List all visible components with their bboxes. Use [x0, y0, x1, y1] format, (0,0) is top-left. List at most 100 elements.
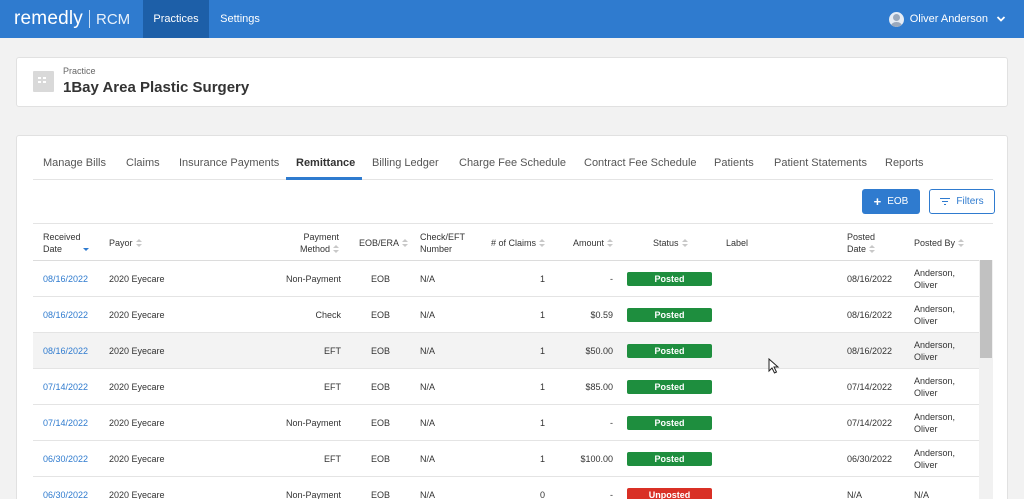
col-header-posted-date[interactable]: Posted Date [847, 231, 875, 255]
received-date-link[interactable]: 08/16/2022 [43, 261, 88, 297]
col-header-amount[interactable]: Amount [573, 237, 614, 249]
posted-by-cell: Anderson, Oliver [914, 333, 955, 369]
received-date-link[interactable]: 07/14/2022 [43, 369, 88, 405]
posted-date-cell: 08/16/2022 [847, 274, 893, 284]
sort-icon[interactable] [402, 239, 409, 248]
status-cell: Posted [627, 261, 712, 297]
payment-method-cell: Non-Payment [285, 274, 341, 284]
col-header-num-claims[interactable]: # of Claims [491, 237, 546, 249]
eob-era-cell: EOB [371, 382, 391, 392]
mouse-cursor-icon [768, 358, 780, 374]
check-eft-cell: N/A [420, 346, 436, 356]
num-claims-cell: 1 [539, 418, 545, 428]
chevron-down-icon [996, 16, 1006, 22]
status-badge: Posted [627, 344, 712, 358]
filters-label: Filters [956, 196, 984, 207]
table-row[interactable]: 07/14/2022 2020 Eyecare Non-Payment EOB N/A 1… [33, 405, 993, 441]
status-badge: Posted [627, 272, 712, 286]
eob-era-cell: EOB [371, 310, 391, 320]
payment-method-cell: Check [315, 310, 341, 320]
status-cell: Posted [627, 441, 712, 477]
col-header-posted-by[interactable]: Posted By [914, 237, 965, 249]
tab-contract-fee-schedule[interactable]: Contract Fee Schedule [584, 157, 697, 169]
sort-icon[interactable] [869, 245, 876, 254]
table-header-row: Received Date Payor Payment Method EOB/E… [33, 223, 993, 261]
posted-by-line: Anderson, [914, 268, 956, 278]
sort-icon[interactable] [135, 239, 142, 248]
received-date-link[interactable]: 07/14/2022 [43, 405, 88, 441]
col-header-received-date[interactable]: Received Date [43, 231, 90, 255]
sort-icon[interactable] [607, 239, 614, 248]
col-header-payor[interactable]: Payor [109, 237, 142, 249]
received-date-link[interactable]: 06/30/2022 [43, 441, 88, 477]
eob-era-cell: EOB [371, 490, 391, 499]
add-eob-button[interactable]: + EOB [862, 189, 920, 214]
table-row[interactable]: 08/16/2022 2020 Eyecare Non-Payment EOB N/A 1… [33, 261, 993, 297]
payment-method-cell: EFT [324, 346, 341, 356]
posted-by-line: Oliver [914, 460, 938, 470]
table-row[interactable]: 06/30/2022 2020 Eyecare EFT EOB N/A 1 $100.00 0… [33, 441, 993, 477]
filter-icon [940, 197, 951, 206]
col-header-status[interactable]: Status [653, 237, 688, 249]
filters-button[interactable]: Filters [929, 189, 995, 214]
table-row[interactable]: 07/14/2022 2020 Eyecare EFT EOB N/A 1 $85.00 07… [33, 369, 993, 405]
add-eob-label: EOB [887, 196, 909, 207]
payor-cell: 2020 Eyecare [109, 418, 165, 428]
tab-patient-statements[interactable]: Patient Statements [774, 157, 867, 169]
tab-insurance-payments[interactable]: Insurance Payments [179, 157, 279, 169]
sort-icon[interactable] [958, 239, 965, 248]
tab-patients[interactable]: Patients [714, 157, 754, 169]
table-row[interactable]: 08/16/2022 2020 Eyecare EFT EOB N/A 1 $50.00 08… [33, 333, 993, 369]
nav-tab-practices[interactable]: Practices [143, 0, 209, 38]
received-date-link[interactable]: 08/16/2022 [43, 297, 88, 333]
num-claims-cell: 1 [539, 310, 545, 320]
table-scrollbar-thumb[interactable] [980, 260, 992, 358]
posted-date-cell: 07/14/2022 [847, 418, 893, 428]
posted-by-cell: Anderson, Oliver [914, 261, 955, 297]
tab-billing-ledger[interactable]: Billing Ledger [372, 157, 439, 169]
posted-date-cell: 06/30/2022 [847, 454, 893, 464]
top-nav-bar: remedly RCM Practices Settings Oliver An… [0, 0, 1024, 38]
received-date-link[interactable]: 06/30/2022 [43, 477, 88, 499]
col-header-check-eft-number: Check/EFT Number [420, 232, 466, 254]
amount-cell: $100.00 [580, 454, 613, 464]
sort-icon[interactable] [539, 239, 546, 248]
payor-cell: 2020 Eyecare [109, 310, 165, 320]
sort-icon[interactable] [83, 245, 90, 254]
sort-icon[interactable] [681, 239, 688, 248]
remittance-table: Received Date Payor Payment Method EOB/E… [33, 223, 993, 499]
logo-suffix: RCM [95, 10, 131, 28]
col-header-payment-method[interactable]: Payment Method [291, 231, 339, 255]
payment-method-cell: EFT [324, 454, 341, 464]
col-header-eob-era[interactable]: EOB/ERA [359, 237, 409, 249]
payor-cell: 2020 Eyecare [109, 382, 165, 392]
tab-manage-bills[interactable]: Manage Bills [43, 157, 106, 169]
nav-tab-settings[interactable]: Settings [210, 0, 270, 38]
user-menu[interactable]: Oliver Anderson [888, 9, 1006, 29]
posted-by-cell: Anderson, Oliver [914, 297, 955, 333]
table-row[interactable]: 06/30/2022 2020 Eyecare Non-Payment EOB N/A 0… [33, 477, 993, 499]
num-claims-cell: 1 [539, 454, 545, 464]
sort-icon[interactable] [333, 245, 339, 254]
tab-charge-fee-schedule[interactable]: Charge Fee Schedule [459, 157, 566, 169]
posted-by-cell: N/A [914, 477, 929, 499]
practice-building-icon [33, 71, 54, 92]
app-logo[interactable]: remedly RCM [14, 7, 130, 31]
payor-cell: 2020 Eyecare [109, 454, 165, 464]
posted-by-line: Oliver [914, 280, 938, 290]
tab-claims[interactable]: Claims [126, 157, 160, 169]
eob-era-cell: EOB [371, 454, 391, 464]
posted-by-cell: Anderson, Oliver [914, 369, 955, 405]
table-row[interactable]: 08/16/2022 2020 Eyecare Check EOB N/A 1 $0.59 0… [33, 297, 993, 333]
posted-by-line: Anderson, [914, 448, 956, 458]
tab-reports[interactable]: Reports [885, 157, 924, 169]
status-cell: Posted [627, 297, 712, 333]
tab-remittance[interactable]: Remittance [296, 157, 355, 169]
status-cell: Posted [627, 369, 712, 405]
payor-cell: 2020 Eyecare [109, 346, 165, 356]
eob-era-cell: EOB [371, 418, 391, 428]
status-cell: Posted [627, 333, 712, 369]
amount-cell: - [610, 418, 613, 428]
eob-era-cell: EOB [371, 346, 391, 356]
received-date-link[interactable]: 08/16/2022 [43, 333, 88, 369]
